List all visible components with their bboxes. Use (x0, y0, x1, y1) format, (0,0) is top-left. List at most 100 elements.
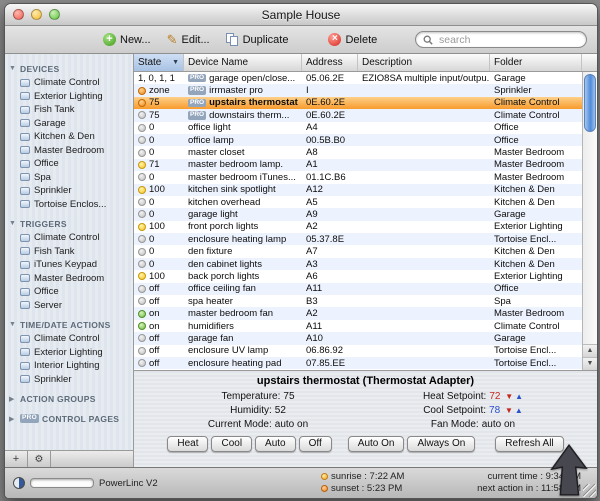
new-button[interactable]: New... (103, 33, 151, 46)
sidebar-item-interior-lighting[interactable]: Interior Lighting (5, 359, 133, 373)
table-row[interactable]: 0den fixtureA7Kitchen & Den (134, 245, 582, 257)
next-action-label: next action in : (477, 483, 538, 494)
scroll-up-button[interactable]: ▲ (583, 344, 597, 357)
heat-setpoint-decrease-button[interactable] (505, 392, 513, 401)
table-row[interactable]: offoffice ceiling fanA11Office (134, 283, 582, 295)
zoom-button[interactable] (49, 9, 60, 20)
edit-button[interactable]: Edit... (167, 33, 210, 46)
mode-button-heat[interactable]: Heat (167, 436, 208, 452)
sidebar-item-sprinkler[interactable]: Sprinkler (5, 373, 133, 387)
sidebar-item-spa[interactable]: Spa (5, 171, 133, 185)
table-row[interactable]: offgarage fanA10Garage (134, 332, 582, 344)
sidebar-item-itunes-keypad[interactable]: iTunes Keypad (5, 258, 133, 272)
status-bar: PowerLinc V2 sunrise : 7:22 AM current t… (5, 467, 597, 498)
title-bar[interactable]: Sample House (5, 4, 597, 26)
device-name-cell: office lamp (184, 134, 302, 146)
device-state-value: off (149, 283, 159, 294)
cool-setpoint-increase-button[interactable] (515, 406, 523, 415)
sidebar-section-triggers[interactable]: ▼TRIGGERS (5, 216, 133, 231)
gear-button[interactable] (28, 451, 51, 467)
mode-button-cool[interactable]: Cool (211, 436, 252, 452)
device-state-cell: on (134, 320, 184, 332)
table-row[interactable]: 100back porch lightsA6Exterior Lighting (134, 270, 582, 282)
table-row[interactable]: 0enclosure heating lamp05.37.8ETortoise … (134, 233, 582, 245)
sidebar-item-fish-tank[interactable]: Fish Tank (5, 245, 133, 259)
mode-button-auto[interactable]: Auto (255, 436, 296, 452)
mode-button-off[interactable]: Off (299, 436, 332, 452)
table-row[interactable]: offspa heaterB3Spa (134, 295, 582, 307)
sidebar-item-master-bedroom[interactable]: Master Bedroom (5, 272, 133, 286)
table-row[interactable]: 75PROupstairs thermostat0E.60.2EClimate … (134, 97, 582, 109)
sidebar-item-garage[interactable]: Garage (5, 117, 133, 131)
table-row[interactable]: 75PROdownstairs therm...0E.60.2EClimate … (134, 109, 582, 121)
sidebar-item-exterior-lighting[interactable]: Exterior Lighting (5, 346, 133, 360)
table-row[interactable]: offenclosure UV lamp06.86.92Tortoise Enc… (134, 345, 582, 357)
sidebar-item-kitchen-den[interactable]: Kitchen & Den (5, 130, 133, 144)
sidebar-item-master-bedroom[interactable]: Master Bedroom (5, 144, 133, 158)
scroll-down-button[interactable]: ▼ (583, 357, 597, 370)
sidebar-item-office[interactable]: Office (5, 285, 133, 299)
sidebar-section-control-pages[interactable]: ▶PROCONTROL PAGES (5, 411, 133, 426)
table-row[interactable]: 100kitchen sink spotlightA12Kitchen & De… (134, 184, 582, 196)
search-input[interactable] (437, 33, 579, 47)
close-button[interactable] (13, 9, 24, 20)
device-folder: Garage (490, 332, 582, 344)
device-name: garage light (188, 209, 238, 220)
sidebar-item-climate-control[interactable]: Climate Control (5, 231, 133, 245)
table-row[interactable]: 0office lightA4Office (134, 122, 582, 134)
table-row[interactable]: 0kitchen overheadA5Kitchen & Den (134, 196, 582, 208)
folder-icon (20, 160, 30, 168)
fan-button-auto-on[interactable]: Auto On (348, 436, 405, 452)
table-row[interactable]: 0den cabinet lightsA3Kitchen & Den (134, 258, 582, 270)
sidebar-item-climate-control[interactable]: Climate Control (5, 76, 133, 90)
device-state-value: 0 (149, 197, 154, 208)
column-header-label: Device Name (188, 57, 248, 68)
table-row[interactable]: 0master bedroom iTunes...01.1C.B6Master … (134, 171, 582, 183)
device-address: I (302, 84, 358, 96)
bulb-off-icon (138, 235, 146, 243)
sidebar-item-exterior-lighting[interactable]: Exterior Lighting (5, 90, 133, 104)
sidebar-item-fish-tank[interactable]: Fish Tank (5, 103, 133, 117)
sidebar-section-action-groups[interactable]: ▶ACTION GROUPS (5, 391, 133, 406)
device-address: A2 (302, 307, 358, 319)
vertical-scrollbar[interactable]: ▲ ▼ (582, 72, 597, 370)
device-description (358, 320, 490, 332)
column-header-folder[interactable]: Folder (490, 54, 582, 71)
column-header-address[interactable]: Address (302, 54, 358, 71)
sidebar-section-devices[interactable]: ▼DEVICES (5, 61, 133, 76)
current-mode-readout: Current Mode:auto on (151, 419, 366, 430)
column-header-description[interactable]: Description (358, 54, 490, 71)
heat-setpoint-increase-button[interactable] (515, 392, 523, 401)
minimize-button[interactable] (31, 9, 42, 20)
search-field[interactable] (415, 31, 587, 48)
scrollbar-thumb[interactable] (584, 74, 596, 132)
table-row[interactable]: 0garage lightA9Garage (134, 208, 582, 220)
dot-gray-icon (138, 285, 146, 293)
column-header-state[interactable]: State▼ (134, 54, 184, 71)
sidebar-section-time-date-actions[interactable]: ▼TIME/DATE ACTIONS (5, 317, 133, 332)
table-row[interactable]: 1, 0, 1, 1PROgarage open/close...05.06.2… (134, 72, 582, 84)
fan-button-always-on[interactable]: Always On (407, 436, 475, 452)
device-folder: Office (490, 134, 582, 146)
table-row[interactable]: 0master closetA8Master Bedroom (134, 146, 582, 158)
cool-setpoint-decrease-button[interactable] (505, 406, 513, 415)
device-description (358, 295, 490, 307)
sidebar-item-climate-control[interactable]: Climate Control (5, 332, 133, 346)
sidebar-item-server[interactable]: Server (5, 299, 133, 313)
table-row[interactable]: offenclosure heating pad07.85.EETortoise… (134, 357, 582, 369)
table-row[interactable]: 0office lamp00.5B.B0Office (134, 134, 582, 146)
sidebar-item-sprinkler[interactable]: Sprinkler (5, 184, 133, 198)
table-row[interactable]: zonePROirrmaster proISprinkler (134, 84, 582, 96)
table-row[interactable]: onmaster bedroom fanA2Master Bedroom (134, 307, 582, 319)
table-row[interactable]: onhumidifiersA11Climate Control (134, 320, 582, 332)
add-item-button[interactable] (5, 451, 28, 467)
sidebar-item-tortoise-enclos[interactable]: Tortoise Enclos... (5, 198, 133, 212)
device-folder: Tortoise Encl... (490, 357, 582, 369)
column-header-device-name[interactable]: Device Name (184, 54, 302, 71)
delete-button[interactable]: Delete (328, 33, 377, 46)
table-row[interactable]: 100front porch lightsA2Exterior Lighting (134, 221, 582, 233)
table-row[interactable]: 71master bedroom lamp.A1Master Bedroom (134, 159, 582, 171)
sidebar-item-office[interactable]: Office (5, 157, 133, 171)
device-description (358, 221, 490, 233)
duplicate-button[interactable]: Duplicate (226, 33, 289, 46)
